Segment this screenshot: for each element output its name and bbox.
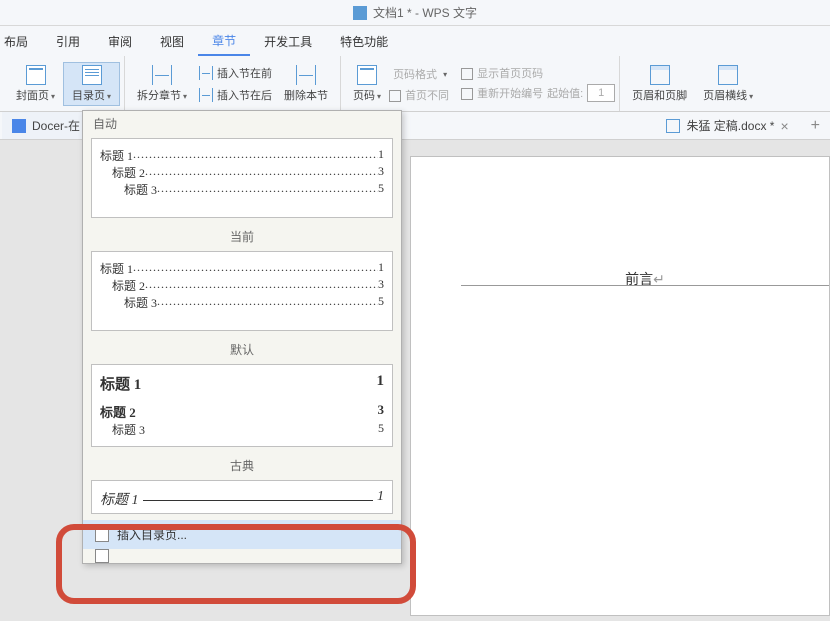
menu-section[interactable]: 章节 [198,26,250,56]
split-section-button[interactable]: 拆分章节▾ [129,63,195,105]
menu-features[interactable]: 特色功能 [326,26,402,56]
section-classic-label: 古典 [83,453,401,478]
delete-toc-command[interactable] [83,549,401,563]
insert-toc-command[interactable]: 插入目录页... [83,520,401,549]
page-heading: 前言↵ [461,269,829,289]
cover-page-icon [26,65,46,85]
cover-page-button[interactable]: 封面页▾ [8,63,63,105]
start-value-input[interactable]: 1 [587,84,615,102]
docer-icon [12,119,26,133]
document-page[interactable]: 前言↵ [410,156,830,616]
toc-page-button[interactable]: 目录页▾ [63,62,120,106]
chevron-down-icon: ▾ [749,92,753,101]
insert-section-after-button[interactable]: 插入节在后 [195,85,276,105]
app-icon [353,6,367,20]
menu-devtools[interactable]: 开发工具 [250,26,326,56]
insert-after-icon [199,88,213,102]
chevron-down-icon: ▾ [443,70,447,79]
title-bar: 文档1 * - WPS 文字 [0,0,830,26]
toc-preview-current[interactable]: 标题 1....................................… [91,251,393,331]
toc-preview-auto[interactable]: 标题 1....................................… [91,138,393,218]
header-line-button[interactable]: 页眉横线▾ [695,63,761,105]
delete-section-icon [296,65,316,85]
ribbon: 封面页▾ 目录页▾ 拆分章节▾ 插入节在前 插入节在后 删除本节 [0,56,830,112]
start-value-label: 起始值: [547,85,583,101]
page-number-icon [357,65,377,85]
toc-preview-default[interactable]: 标题 11 标题 23 标题 35 [91,364,393,447]
docer-tab[interactable]: Docer-在 [2,112,90,139]
close-icon[interactable]: × [780,118,788,134]
menu-view[interactable]: 视图 [146,26,198,56]
menu-review[interactable]: 审阅 [94,26,146,56]
add-tab-button[interactable]: + [801,112,830,139]
header-footer-button[interactable]: 页眉和页脚 [624,63,695,105]
toc-icon [82,65,102,85]
menu-bar: 布局 引用 审阅 视图 章节 开发工具 特色功能 [0,26,830,56]
section-auto-label: 自动 [83,111,401,136]
page-number-format-button[interactable]: 页码格式▾ [389,64,451,84]
toc-dropdown-panel: 自动 标题 1.................................… [82,110,402,564]
insert-toc-icon [95,528,109,542]
header-divider [461,285,829,286]
show-first-page-number-checkbox[interactable]: 显示首页页码 [461,65,615,81]
page-number-button[interactable]: 页码▾ [345,63,389,105]
split-section-icon [152,65,172,85]
insert-before-icon [199,66,213,80]
chevron-down-icon: ▾ [107,92,111,101]
header-footer-icon [650,65,670,85]
toc-preview-classic[interactable]: 标题 1________________________________1 标题… [91,480,393,514]
delete-section-button[interactable]: 删除本节 [276,63,336,105]
restart-numbering-checkbox[interactable]: 重新开始编号 [461,85,543,101]
menu-layout[interactable]: 布局 [0,26,42,56]
chevron-down-icon: ▾ [51,92,55,101]
document-tab[interactable]: 朱猛 定稿.docx * × [656,112,798,139]
chevron-down-icon: ▾ [377,92,381,101]
menu-references[interactable]: 引用 [42,26,94,56]
first-page-different-checkbox[interactable]: 首页不同 [389,87,449,103]
insert-section-before-button[interactable]: 插入节在前 [195,63,276,83]
delete-toc-icon [95,549,109,563]
doc-icon [666,119,680,133]
title-text: 文档1 * - WPS 文字 [373,4,477,21]
header-line-icon [718,65,738,85]
chevron-down-icon: ▾ [183,92,187,101]
section-current-label: 当前 [83,224,401,249]
section-default-label: 默认 [83,337,401,362]
